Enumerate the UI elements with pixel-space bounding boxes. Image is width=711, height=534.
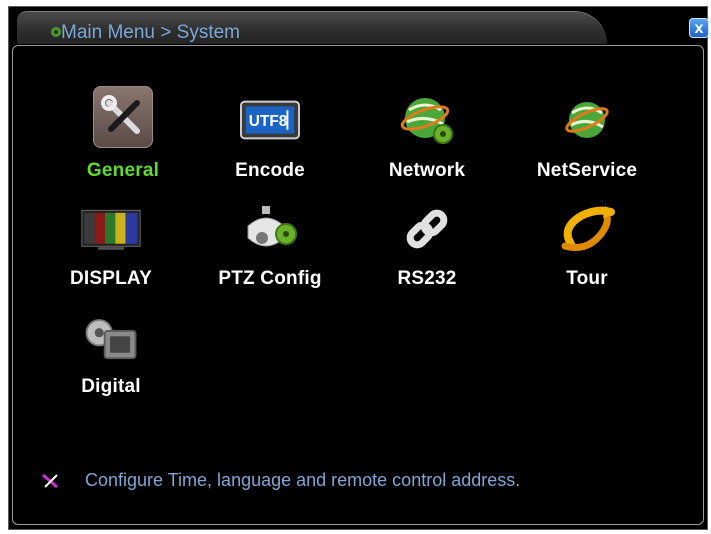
menu-content: General UTF8 Encode Network NetService D…	[12, 45, 704, 525]
menu-item-tour[interactable]: Tour	[527, 204, 647, 290]
menu-item-digital[interactable]: Digital	[51, 314, 171, 398]
monitor-display-icon	[81, 204, 141, 256]
titlebar: Main Menu > System x	[9, 7, 709, 45]
utf8-encode-icon: UTF8	[240, 94, 300, 146]
system-menu-window: Main Menu > System x General UTF8 Encode…	[8, 6, 709, 530]
menu-item-label: Network	[388, 160, 466, 181]
menu-item-netservice[interactable]: NetService	[527, 94, 647, 182]
menu-item-encode[interactable]: UTF8 Encode	[210, 94, 330, 182]
menu-item-label: RS232	[397, 268, 457, 289]
menu-item-label: NetService	[536, 160, 638, 181]
menu-item-display[interactable]: DISPLAY	[51, 204, 171, 290]
svg-text:UTF8: UTF8	[249, 113, 288, 130]
menu-item-rs232[interactable]: RS232	[367, 204, 487, 290]
tour-rotate-icon	[557, 204, 617, 256]
wrench-screwdriver-icon	[93, 86, 153, 148]
menu-item-label: PTZ Config	[218, 268, 322, 289]
chain-link-icon	[397, 204, 457, 256]
tools-icon	[42, 473, 58, 489]
close-button[interactable]: x	[689, 18, 709, 38]
menu-item-label: Encode	[235, 160, 305, 181]
menu-item-label: Tour	[566, 268, 608, 289]
ptz-camera-gear-icon	[240, 204, 300, 256]
status-hint: Configure Time, language and remote cont…	[85, 470, 521, 490]
menu-item-label: DISPLAY	[69, 268, 152, 289]
title-tab: Main Menu > System	[17, 11, 607, 44]
netservice-globe-icon	[557, 94, 617, 146]
digital-camera-gear-icon	[81, 314, 141, 366]
menu-item-network[interactable]: Network	[367, 94, 487, 182]
network-globe-gear-icon	[397, 94, 457, 146]
menu-item-label: General	[86, 160, 160, 181]
window-title: Main Menu > System	[61, 22, 240, 43]
menu-item-general[interactable]: General	[63, 86, 183, 182]
menu-item-ptz-config[interactable]: PTZ Config	[210, 204, 330, 290]
menu-item-label: Digital	[81, 376, 141, 397]
